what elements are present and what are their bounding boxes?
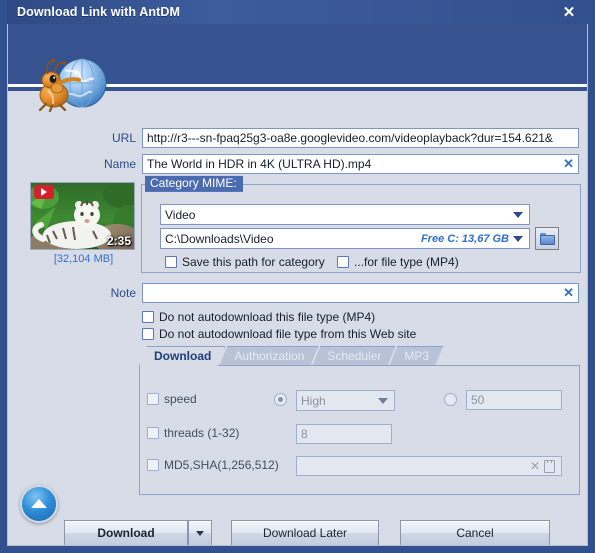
- tab-authorization[interactable]: Authorization: [219, 346, 318, 366]
- name-row: Name The World in HDR in 4K (ULTRA HD).m…: [8, 154, 587, 174]
- url-label: URL: [111, 131, 136, 145]
- speed-preset-radio[interactable]: [274, 393, 287, 406]
- url-input[interactable]: http://r3---sn-fpaq25g3-oa8e.googlevideo…: [142, 128, 579, 148]
- name-clear-icon[interactable]: ✕: [559, 156, 574, 172]
- threads-label: threads (1-32): [164, 426, 240, 440]
- speed-label: speed: [164, 392, 197, 406]
- ant-globe-logo-icon: [24, 50, 116, 113]
- download-path-select[interactable]: C:\Downloads\Video Free C: 13,67 GB: [160, 228, 530, 249]
- name-label: Name: [103, 157, 136, 171]
- note-clear-icon[interactable]: ✕: [559, 285, 574, 301]
- video-duration: 2:35: [106, 234, 131, 248]
- save-path-checkbox[interactable]: Save this path for category: [165, 255, 325, 269]
- checkbox-box: [142, 311, 154, 323]
- cancel-button[interactable]: Cancel: [400, 520, 550, 545]
- speed-preset-value: High: [301, 393, 326, 408]
- checkbox-box: [147, 427, 159, 439]
- folder-icon: [539, 232, 555, 245]
- note-input[interactable]: ✕: [142, 283, 579, 303]
- speed-custom-radio[interactable]: [444, 393, 457, 406]
- note-label: Note: [110, 286, 136, 300]
- chevron-down-icon: [196, 530, 204, 536]
- checkbox-box: [147, 393, 159, 405]
- hash-label: MD5,SHA(1,256,512): [164, 458, 279, 472]
- dialog-body: URL http://r3---sn-fpaq25g3-oa8e.googlev…: [7, 24, 588, 546]
- chevron-down-icon: [513, 235, 523, 242]
- dialog-window: Download Link with AntDM ✕ URL http://r3…: [0, 0, 595, 553]
- chevron-down-icon: [513, 211, 523, 218]
- checkbox-box: [142, 328, 154, 340]
- download-menu-button[interactable]: [188, 520, 212, 545]
- tab-strip: Download Authorization Scheduler MP3: [139, 346, 437, 366]
- tab-download[interactable]: Download: [139, 346, 225, 366]
- no-autodownload-website-label: Do not autodownload file type from this …: [159, 327, 417, 341]
- no-autodownload-filetype-label: Do not autodownload this file type (MP4): [159, 310, 376, 324]
- checkbox-box: [147, 459, 159, 471]
- file-size-label: [32,104 MB]: [53, 253, 114, 265]
- hash-checkbox[interactable]: MD5,SHA(1,256,512): [147, 458, 279, 472]
- download-path-value: C:\Downloads\Video: [165, 231, 274, 246]
- url-row: URL http://r3---sn-fpaq25g3-oa8e.googlev…: [8, 128, 587, 148]
- chevron-up-icon: [31, 498, 47, 508]
- clipboard-icon[interactable]: [544, 459, 555, 473]
- checkbox-box: [165, 256, 177, 268]
- video-thumbnail[interactable]: 2:35: [30, 182, 135, 250]
- button-bar: Download Download Later Cancel: [8, 520, 587, 545]
- threads-checkbox[interactable]: threads (1-32): [147, 426, 239, 440]
- hash-clear-icon[interactable]: ✕: [526, 459, 544, 473]
- save-path-label: Save this path for category: [182, 255, 325, 269]
- download-button[interactable]: Download: [64, 520, 188, 545]
- checkbox-box: [337, 256, 349, 268]
- name-input[interactable]: The World in HDR in 4K (ULTRA HD).mp4 ✕: [142, 154, 579, 174]
- save-filetype-checkbox[interactable]: ...for file type (MP4): [337, 255, 459, 269]
- tab-scheduler[interactable]: Scheduler: [312, 346, 395, 366]
- note-row: Note ✕: [8, 283, 587, 303]
- speed-preset-select[interactable]: High: [296, 390, 395, 411]
- collapse-toggle-button[interactable]: [20, 485, 58, 523]
- chevron-down-icon: [378, 397, 388, 404]
- save-filetype-label: ...for file type (MP4): [354, 255, 459, 269]
- category-groupbox-title: Category MIME:: [145, 175, 243, 193]
- speed-custom-value: 50: [471, 393, 485, 407]
- title-bar: Download Link with AntDM ✕: [7, 0, 588, 24]
- mime-category-value: Video: [165, 207, 196, 222]
- download-later-button[interactable]: Download Later: [231, 520, 379, 545]
- no-autodownload-filetype-checkbox[interactable]: Do not autodownload this file type (MP4): [142, 310, 375, 324]
- speed-custom-input[interactable]: 50: [466, 390, 562, 410]
- url-value: http://r3---sn-fpaq25g3-oa8e.googlevideo…: [147, 131, 553, 145]
- video-thumbnail-block: 2:35 [32,104 MB]: [30, 182, 137, 265]
- free-space-label: Free C: 13,67 GB: [420, 232, 509, 245]
- hash-input[interactable]: ✕: [296, 456, 562, 476]
- youtube-play-badge-icon: [34, 185, 54, 199]
- tab-mp3[interactable]: MP3: [389, 346, 443, 366]
- mime-category-select[interactable]: Video: [160, 204, 530, 225]
- window-title: Download Link with AntDM: [17, 5, 181, 19]
- no-autodownload-website-checkbox[interactable]: Do not autodownload file type from this …: [142, 327, 416, 341]
- threads-value: 8: [301, 427, 308, 441]
- close-icon[interactable]: ✕: [559, 2, 579, 22]
- speed-checkbox[interactable]: speed: [147, 392, 197, 406]
- browse-folder-button[interactable]: [535, 227, 559, 250]
- name-value: The World in HDR in 4K (ULTRA HD).mp4: [147, 157, 372, 171]
- threads-input[interactable]: 8: [296, 424, 392, 444]
